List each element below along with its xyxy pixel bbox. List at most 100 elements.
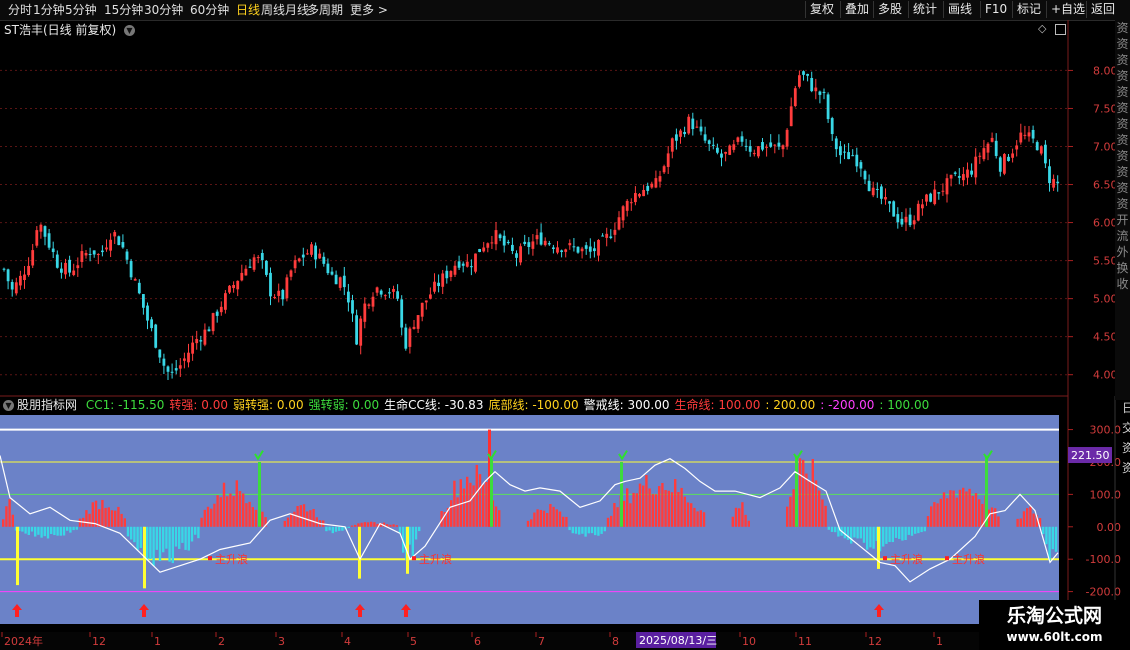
histogram-bar — [238, 491, 242, 527]
signal-label: 主升浪 — [419, 552, 452, 566]
period-tab-9[interactable]: 多周期 — [307, 2, 343, 18]
histogram-bar — [98, 509, 101, 527]
period-tab-8[interactable]: 月线 — [285, 2, 309, 18]
histogram-bar — [178, 526, 181, 549]
histogram-bar — [78, 518, 82, 527]
candle-body — [687, 116, 691, 134]
date-label: 11 — [798, 635, 812, 648]
histogram-bar — [446, 507, 450, 527]
period-tab-3[interactable]: 15分钟 — [104, 2, 143, 18]
histogram-bar — [686, 502, 690, 527]
toolbar-button-0[interactable]: 复权 — [805, 1, 838, 18]
candle-body — [605, 233, 609, 238]
date-label: 7 — [538, 635, 545, 648]
histogram-bar — [571, 526, 574, 534]
candle-body — [527, 242, 531, 247]
histogram-bar — [648, 488, 651, 527]
histogram-bar — [456, 497, 459, 527]
histogram-bar — [443, 512, 446, 527]
candle-body — [486, 243, 490, 248]
toolbar-button-2[interactable]: 多股 — [873, 1, 906, 18]
candle-body — [84, 253, 88, 256]
toolbar-button-5[interactable]: F10 — [980, 1, 1011, 18]
candle-body — [277, 290, 281, 296]
candle-body — [80, 251, 84, 262]
toolbar-button-1[interactable]: 叠加 — [840, 1, 873, 18]
period-tab-6[interactable]: 日线 — [236, 2, 260, 18]
histogram-bar — [174, 526, 178, 547]
histogram-bar — [555, 509, 558, 527]
histogram-bar — [840, 526, 843, 536]
histogram-bar — [261, 511, 264, 527]
period-tab-1[interactable]: 1分钟 — [33, 2, 65, 18]
window-toggle-icon[interactable] — [1055, 24, 1066, 35]
histogram-bar — [389, 524, 392, 527]
candle-body — [560, 250, 563, 252]
toolbar-button-4[interactable]: 画线 — [943, 1, 976, 18]
diamond-icon[interactable]: ◇ — [1038, 22, 1046, 35]
histogram-bar — [856, 526, 859, 539]
candle-body — [322, 256, 326, 264]
histogram-bar — [146, 526, 149, 561]
chevron-down-icon[interactable]: ▼ — [3, 400, 14, 411]
candle-body — [908, 214, 912, 226]
histogram-bar — [376, 523, 379, 527]
toolbar-button-3[interactable]: 统计 — [908, 1, 941, 18]
candle-body — [6, 269, 10, 282]
candle-body — [379, 290, 383, 295]
histogram-bar — [242, 493, 245, 527]
indicator-value-1: 转强: 0.00 — [169, 398, 228, 412]
side-strip-char: 开 — [1116, 213, 1129, 227]
histogram-bar — [50, 526, 53, 534]
histogram-bar — [667, 490, 670, 527]
toolbar-button-8[interactable]: 返回 — [1086, 1, 1119, 18]
histogram-bar — [1019, 518, 1022, 527]
histogram-bar — [210, 508, 213, 527]
candle-body — [10, 282, 14, 290]
kline-chart[interactable]: 8.00 7.50 7.00 6.50 6.00 5.50 5.00 4.50 4.00 300.… — [0, 0, 1130, 650]
candle-body — [453, 265, 457, 275]
period-tab-0[interactable]: 分时 — [8, 2, 32, 18]
candle-body — [789, 106, 793, 127]
period-tab-4[interactable]: 30分钟 — [144, 2, 183, 18]
date-label: 10 — [742, 635, 756, 648]
histogram-bar — [699, 510, 702, 527]
histogram-bar — [658, 486, 661, 527]
candle-body — [1003, 154, 1006, 174]
histogram-bar — [66, 526, 69, 531]
candle-body — [625, 200, 629, 211]
period-tab-10[interactable]: 更多 > — [350, 2, 388, 18]
candle-body — [400, 299, 404, 328]
histogram-bar — [8, 499, 11, 527]
period-tab-5[interactable]: 60分钟 — [190, 2, 229, 18]
histogram-bar — [149, 526, 152, 559]
histogram-bar — [405, 526, 408, 561]
candle-body — [859, 162, 863, 169]
price-axis-label: 6.00 — [1093, 217, 1118, 230]
candle-body — [392, 289, 395, 292]
check-icon — [487, 450, 497, 461]
side-strip-char: 资 — [1116, 69, 1129, 83]
toolbar-button-7[interactable]: +自选 — [1046, 1, 1089, 18]
candle-body — [342, 275, 346, 288]
histogram-bar — [600, 526, 603, 534]
histogram-bar — [549, 504, 552, 527]
histogram-bar — [1035, 515, 1038, 527]
histogram-bar — [91, 502, 94, 527]
histogram-bar — [494, 506, 498, 527]
chevron-down-icon[interactable]: ▼ — [123, 25, 135, 36]
histogram-bar — [133, 526, 136, 543]
candle-body — [773, 144, 777, 146]
candle-body — [629, 202, 633, 204]
toolbar-button-6[interactable]: 标记 — [1012, 1, 1045, 18]
candle-body — [1011, 153, 1014, 158]
period-tab-2[interactable]: 5分钟 — [65, 2, 97, 18]
period-tab-7[interactable]: 周线 — [261, 2, 285, 18]
histogram-bar — [62, 526, 66, 536]
candle-body — [867, 180, 871, 192]
histogram-bar — [94, 500, 98, 527]
signal-column — [795, 455, 798, 527]
histogram-bar — [251, 507, 254, 527]
side-strip-lower-char: 资 — [1122, 461, 1130, 475]
candle-body — [572, 246, 576, 248]
